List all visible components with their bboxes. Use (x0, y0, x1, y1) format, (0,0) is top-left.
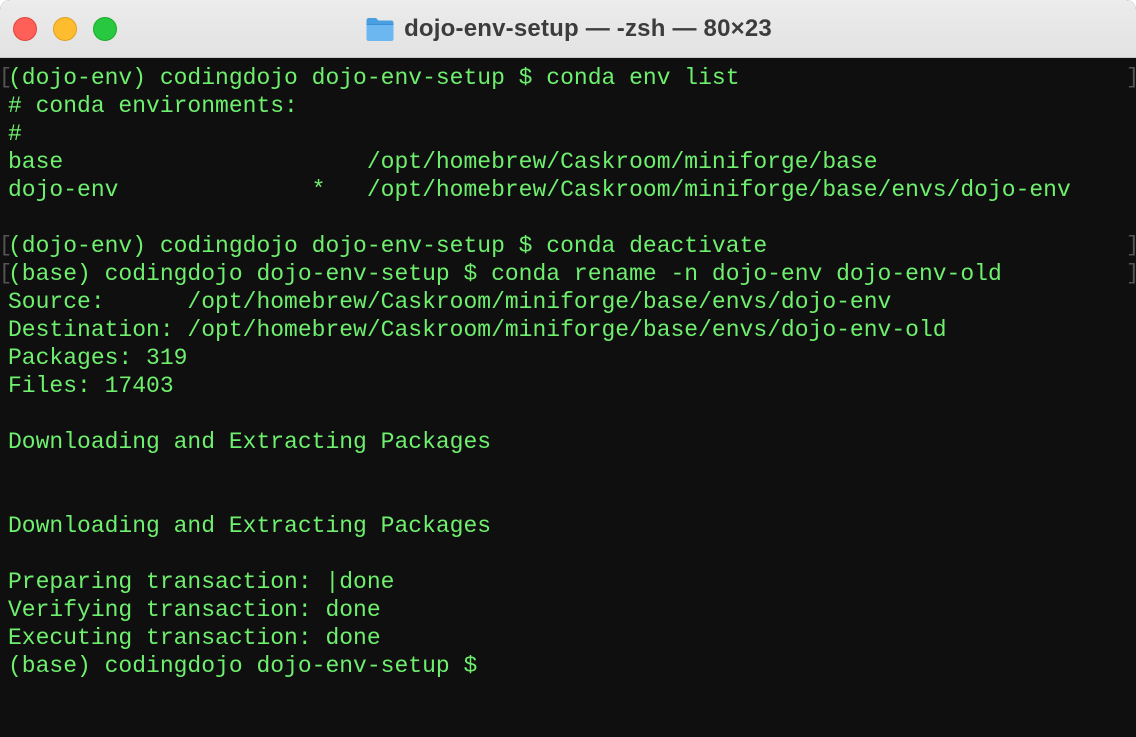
terminal-line: # (8, 121, 22, 147)
left-mark-1: [ (0, 65, 13, 90)
terminal-line: Packages: 319 (8, 345, 188, 371)
terminal-output: (dojo-env) codingdojo dojo-env-setup $ c… (8, 64, 1071, 680)
terminal-line: (base) codingdojo dojo-env-setup $ conda… (8, 261, 1002, 287)
terminal-line: Downloading and Extracting Packages (8, 513, 492, 539)
left-mark-2: [ (0, 233, 13, 258)
left-mark-3: [ (0, 261, 13, 286)
right-mark-2: ] (1126, 232, 1136, 260)
terminal-line: (base) codingdojo dojo-env-setup $ (8, 653, 478, 679)
terminal-line: Source: /opt/homebrew/Caskroom/miniforge… (8, 289, 892, 315)
terminal-line: # conda environments: (8, 93, 298, 119)
right-mark-1: ] (1126, 64, 1136, 92)
window-title-group: dojo-env-setup — -zsh — 80×23 (0, 0, 1136, 58)
terminal-line: Destination: /opt/homebrew/Caskroom/mini… (8, 317, 947, 343)
terminal-line: Preparing transaction: |done (8, 569, 395, 595)
terminal-line: base /opt/homebrew/Caskroom/miniforge/ba… (8, 149, 878, 175)
title-bar[interactable]: dojo-env-setup — -zsh — 80×23 (0, 0, 1136, 58)
terminal-line: Verifying transaction: done (8, 597, 381, 623)
terminal-line: Executing transaction: done (8, 625, 381, 651)
terminal-line: (dojo-env) codingdojo dojo-env-setup $ c… (8, 233, 768, 259)
terminal-line: Files: 17403 (8, 373, 174, 399)
terminal-line: (dojo-env) codingdojo dojo-env-setup $ c… (8, 65, 740, 91)
terminal-content[interactable]: (dojo-env) codingdojo dojo-env-setup $ c… (0, 58, 1136, 737)
folder-icon (366, 18, 394, 41)
terminal-line: Downloading and Extracting Packages (8, 429, 492, 455)
right-mark-3: ] (1126, 260, 1136, 288)
window-title: dojo-env-setup — -zsh — 80×23 (404, 15, 772, 42)
terminal-window: dojo-env-setup — -zsh — 80×23 (dojo-env)… (0, 0, 1136, 737)
terminal-line: dojo-env * /opt/homebrew/Caskroom/minifo… (8, 177, 1071, 203)
